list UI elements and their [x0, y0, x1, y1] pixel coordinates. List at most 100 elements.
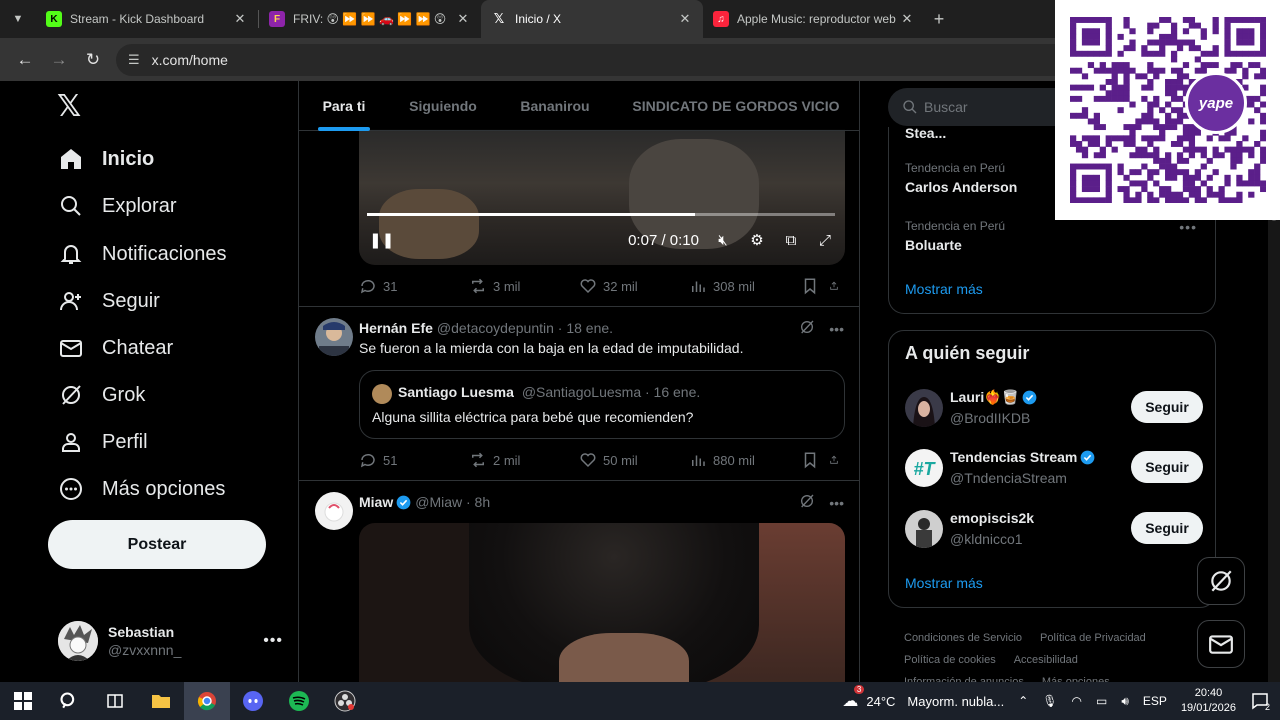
grok-fab-button[interactable]: [1197, 557, 1245, 605]
video-player[interactable]: ❚❚ 0:07 / 0:10 🔇︎ ⚙ ⧉ ⤢: [359, 129, 845, 265]
pip-icon[interactable]: ⧉: [781, 232, 801, 249]
like-button[interactable]: 50 mil: [579, 451, 689, 469]
bookmark-button[interactable]: [801, 451, 829, 469]
task-view-button[interactable]: [92, 682, 138, 720]
nav-notifications[interactable]: Notificaciones: [58, 234, 227, 274]
nav-follow[interactable]: Seguir: [58, 281, 160, 321]
back-button[interactable]: ←: [8, 43, 42, 77]
nav-home[interactable]: Inicio: [58, 139, 154, 179]
spotify-taskbar-button[interactable]: [276, 682, 322, 720]
new-tab-button[interactable]: +: [925, 9, 953, 30]
footer-link[interactable]: Política de cookies: [904, 654, 996, 666]
more-horizontal-icon[interactable]: •••: [263, 632, 283, 650]
post-button[interactable]: Postear: [48, 520, 266, 569]
author-meta[interactable]: @Miaw · 8h: [415, 494, 490, 510]
show-more-accounts-link[interactable]: Mostrar más: [905, 575, 983, 591]
settings-gear-icon[interactable]: ⚙: [747, 231, 767, 249]
follow-button[interactable]: Seguir: [1131, 391, 1203, 423]
more-horizontal-icon[interactable]: •••: [829, 321, 844, 337]
language-indicator[interactable]: ESP: [1143, 694, 1167, 708]
footer-link[interactable]: Política de Privacidad: [1040, 632, 1146, 644]
browser-tab-apple-music[interactable]: ♫ Apple Music: reproductor web ✕: [703, 0, 925, 38]
weather-icon[interactable]: ☁ 3: [842, 685, 865, 711]
author-name[interactable]: Hernán Efe: [359, 320, 433, 336]
taskbar-search-button[interactable]: [46, 682, 92, 720]
footer-link[interactable]: Accesibilidad: [1014, 654, 1078, 666]
qr-module: [1152, 73, 1159, 80]
views-button[interactable]: 880 mil: [689, 451, 789, 469]
chevron-up-icon[interactable]: ⌃: [1018, 694, 1028, 708]
nav-explore[interactable]: Explorar: [58, 186, 176, 226]
share-button[interactable]: [829, 277, 845, 295]
chrome-taskbar-button[interactable]: [184, 682, 230, 720]
share-button[interactable]: [829, 451, 845, 469]
x-logo-icon[interactable]: 𝕏: [57, 92, 87, 122]
discord-taskbar-button[interactable]: [230, 682, 276, 720]
more-horizontal-icon[interactable]: •••: [829, 495, 844, 511]
qr-module: [1229, 197, 1237, 203]
suggested-account[interactable]: Lauri❤️‍🔥🥃 @BrodIIKDB Seguir: [905, 389, 1203, 429]
browser-tab-kick[interactable]: K Stream - Kick Dashboard ✕: [36, 0, 258, 38]
clock[interactable]: 20:40 19/01/2026: [1181, 686, 1236, 716]
nav-profile[interactable]: Perfil: [58, 422, 148, 462]
close-tab-icon[interactable]: ✕: [677, 11, 693, 27]
notification-center-button[interactable]: 2: [1248, 689, 1272, 713]
more-horizontal-icon[interactable]: •••: [1179, 219, 1197, 235]
start-button[interactable]: [0, 682, 46, 720]
suggested-account[interactable]: #T Tendencias Stream @TndenciaStream Seg…: [905, 449, 1203, 489]
nav-chat[interactable]: Chatear: [58, 328, 173, 368]
weather-description[interactable]: Mayorm. nubla...: [907, 694, 1004, 709]
browser-tab-x[interactable]: 𝕏 Inicio / X ✕: [481, 0, 703, 38]
file-explorer-button[interactable]: [138, 682, 184, 720]
obs-taskbar-button[interactable]: [322, 682, 368, 720]
trend-item[interactable]: Tendencia en Perú Boluarte •••: [905, 219, 1205, 253]
footer-link[interactable]: Condiciones de Servicio: [904, 632, 1022, 644]
reply-button[interactable]: 51: [359, 451, 469, 469]
post-hernan[interactable]: Hernán Efe @detacoydepuntin · 18 ene. ••…: [299, 307, 859, 480]
tab-following[interactable]: Siguiendo: [389, 81, 497, 131]
reply-button[interactable]: 31: [359, 277, 469, 295]
wifi-icon[interactable]: ◠: [1072, 694, 1082, 708]
views-button[interactable]: 308 mil: [689, 277, 789, 295]
url-field[interactable]: ☰ x.com/home: [116, 43, 1156, 76]
follow-button[interactable]: Seguir: [1131, 512, 1203, 544]
reload-button[interactable]: ↻: [76, 43, 110, 77]
tab-search-button[interactable]: ▼: [0, 0, 36, 38]
volume-icon[interactable]: 🔊︎: [1121, 694, 1129, 709]
account-switcher[interactable]: Sebastian @zvxxnnn_ •••: [58, 619, 283, 663]
avatar[interactable]: [315, 318, 353, 356]
weather-temperature[interactable]: 24°C: [866, 694, 895, 709]
follow-button[interactable]: Seguir: [1131, 451, 1203, 483]
post-media-video[interactable]: [359, 523, 845, 685]
video-progress-bar[interactable]: [367, 213, 835, 216]
repost-button[interactable]: 3 mil: [469, 277, 579, 295]
repost-button[interactable]: 2 mil: [469, 451, 579, 469]
author-meta[interactable]: @detacoydepuntin · 18 ene.: [437, 320, 613, 336]
show-more-trends-link[interactable]: Mostrar más: [905, 281, 983, 297]
suggested-account[interactable]: emopiscis2k @kldnicco1 Seguir: [905, 510, 1203, 550]
grok-icon[interactable]: [799, 493, 815, 512]
browser-tab-friv[interactable]: F FRIV: 😲 ⏩ ⏩ 🚗 ⏩ ⏩ 😲 ✕: [259, 0, 481, 38]
close-tab-icon[interactable]: ✕: [455, 11, 471, 27]
avatar[interactable]: [315, 492, 353, 530]
nav-more-options[interactable]: Más opciones: [58, 469, 225, 509]
tab-bananirou[interactable]: Bananirou: [497, 81, 613, 131]
forward-button[interactable]: →: [42, 43, 76, 77]
quoted-post[interactable]: Santiago Luesma @SantiagoLuesma · 16 ene…: [359, 370, 845, 439]
like-button[interactable]: 32 mil: [579, 277, 689, 295]
close-tab-icon[interactable]: ✕: [232, 11, 248, 27]
mute-icon[interactable]: 🔇︎: [713, 232, 733, 249]
messages-fab-button[interactable]: [1197, 620, 1245, 668]
grok-icon[interactable]: [799, 319, 815, 338]
author-name[interactable]: Miaw: [359, 494, 393, 510]
nav-grok[interactable]: Grok: [58, 375, 145, 415]
tab-for-you[interactable]: Para ti: [299, 81, 389, 131]
pause-icon[interactable]: ❚❚: [369, 231, 394, 249]
site-settings-icon[interactable]: ☰: [128, 52, 140, 68]
close-tab-icon[interactable]: ✕: [899, 11, 915, 27]
tab-sindicato[interactable]: SINDICATO DE GORDOS VICIO: [613, 81, 859, 131]
bookmark-button[interactable]: [801, 277, 829, 295]
microphone-icon[interactable]: 🎙︎: [1042, 694, 1057, 708]
battery-icon[interactable]: ▭: [1096, 694, 1107, 708]
fullscreen-icon[interactable]: ⤢: [815, 232, 835, 249]
